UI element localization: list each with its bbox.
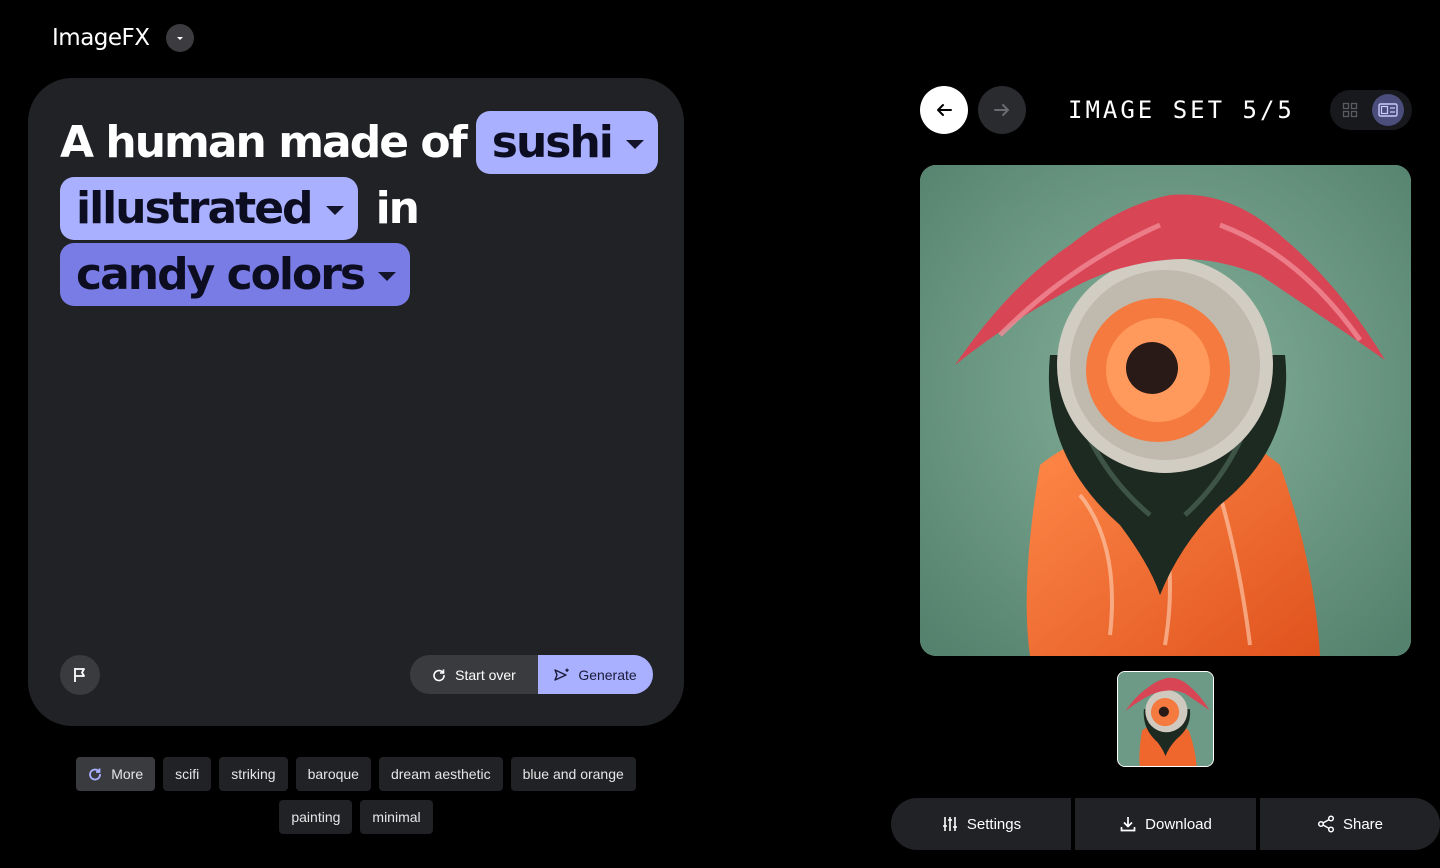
report-button[interactable] <box>60 655 100 695</box>
download-label: Download <box>1145 815 1212 833</box>
sliders-icon <box>942 817 957 831</box>
share-button[interactable]: Share <box>1260 798 1440 850</box>
prompt-text: A human made of sushi illustrated in can… <box>60 109 660 307</box>
chevron-down-icon <box>325 205 344 215</box>
prompt-connector: in <box>375 182 420 234</box>
settings-button[interactable]: Settings <box>891 798 1071 850</box>
refresh-icon <box>89 768 102 781</box>
grid-view-button[interactable] <box>1334 94 1366 126</box>
suggestion-chip[interactable]: striking <box>219 757 288 791</box>
arrow-right-icon <box>994 104 1009 116</box>
arrow-left-icon <box>937 104 952 116</box>
subject-chip[interactable]: sushi <box>475 110 658 174</box>
send-sparkle-icon <box>554 668 570 681</box>
image-thumbnail[interactable] <box>1117 671 1214 767</box>
next-set-button[interactable] <box>978 86 1026 134</box>
view-toggle <box>1330 90 1412 130</box>
download-icon <box>1120 817 1136 832</box>
chevron-down-icon <box>176 37 183 40</box>
style-chip-label: illustrated <box>76 182 314 234</box>
share-label: Share <box>1342 815 1384 833</box>
color-chip[interactable]: candy colors <box>60 242 411 306</box>
generate-label: Generate <box>578 666 637 683</box>
prompt-prefix: A human made of <box>60 116 468 168</box>
style-chip[interactable]: illustrated <box>60 176 358 240</box>
suggestion-chips: More scifi striking baroque dream aesthe… <box>40 757 672 834</box>
prompt-card: A human made of sushi illustrated in can… <box>28 78 684 726</box>
chevron-down-icon <box>625 139 644 149</box>
image-set-label: IMAGE SET 5/5 <box>1068 96 1295 124</box>
single-view-icon <box>1378 103 1398 117</box>
suggestion-chip[interactable]: minimal <box>360 800 433 834</box>
start-over-button[interactable]: Start over <box>410 655 538 694</box>
prompt-line-2: illustrated in <box>60 175 660 241</box>
app-menu-button[interactable] <box>165 24 194 52</box>
previous-set-button[interactable] <box>920 86 968 134</box>
sushi-thumbnail-image <box>1118 672 1213 766</box>
chevron-down-icon <box>378 271 397 281</box>
refresh-icon <box>433 669 445 681</box>
prompt-actions: Start over Generate <box>410 655 653 694</box>
prompt-line-3: candy colors <box>60 241 660 307</box>
sushi-figure-image <box>920 165 1411 656</box>
generate-button[interactable]: Generate <box>538 655 653 694</box>
suggestion-chip[interactable]: painting <box>279 800 353 834</box>
share-icon <box>1317 815 1335 833</box>
flag-icon <box>74 668 85 682</box>
app-header: ImageFX <box>52 24 194 52</box>
more-suggestions-button[interactable]: More <box>76 757 156 791</box>
color-chip-label: candy colors <box>76 248 366 300</box>
suggestion-chip[interactable]: blue and orange <box>510 757 636 791</box>
more-label: More <box>111 766 144 782</box>
app-title: ImageFX <box>52 25 150 51</box>
download-button[interactable]: Download <box>1075 798 1256 850</box>
subject-chip-label: sushi <box>491 116 614 168</box>
single-view-button[interactable] <box>1372 94 1404 126</box>
generated-image[interactable] <box>920 165 1411 656</box>
suggestion-chip[interactable]: scifi <box>163 757 212 791</box>
grid-icon <box>1342 102 1358 118</box>
suggestion-chip[interactable]: dream aesthetic <box>378 757 503 791</box>
suggestion-chip[interactable]: baroque <box>295 757 371 791</box>
settings-label: Settings <box>966 815 1022 833</box>
prompt-line-1: A human made of sushi <box>60 109 660 175</box>
start-over-label: Start over <box>455 666 516 683</box>
